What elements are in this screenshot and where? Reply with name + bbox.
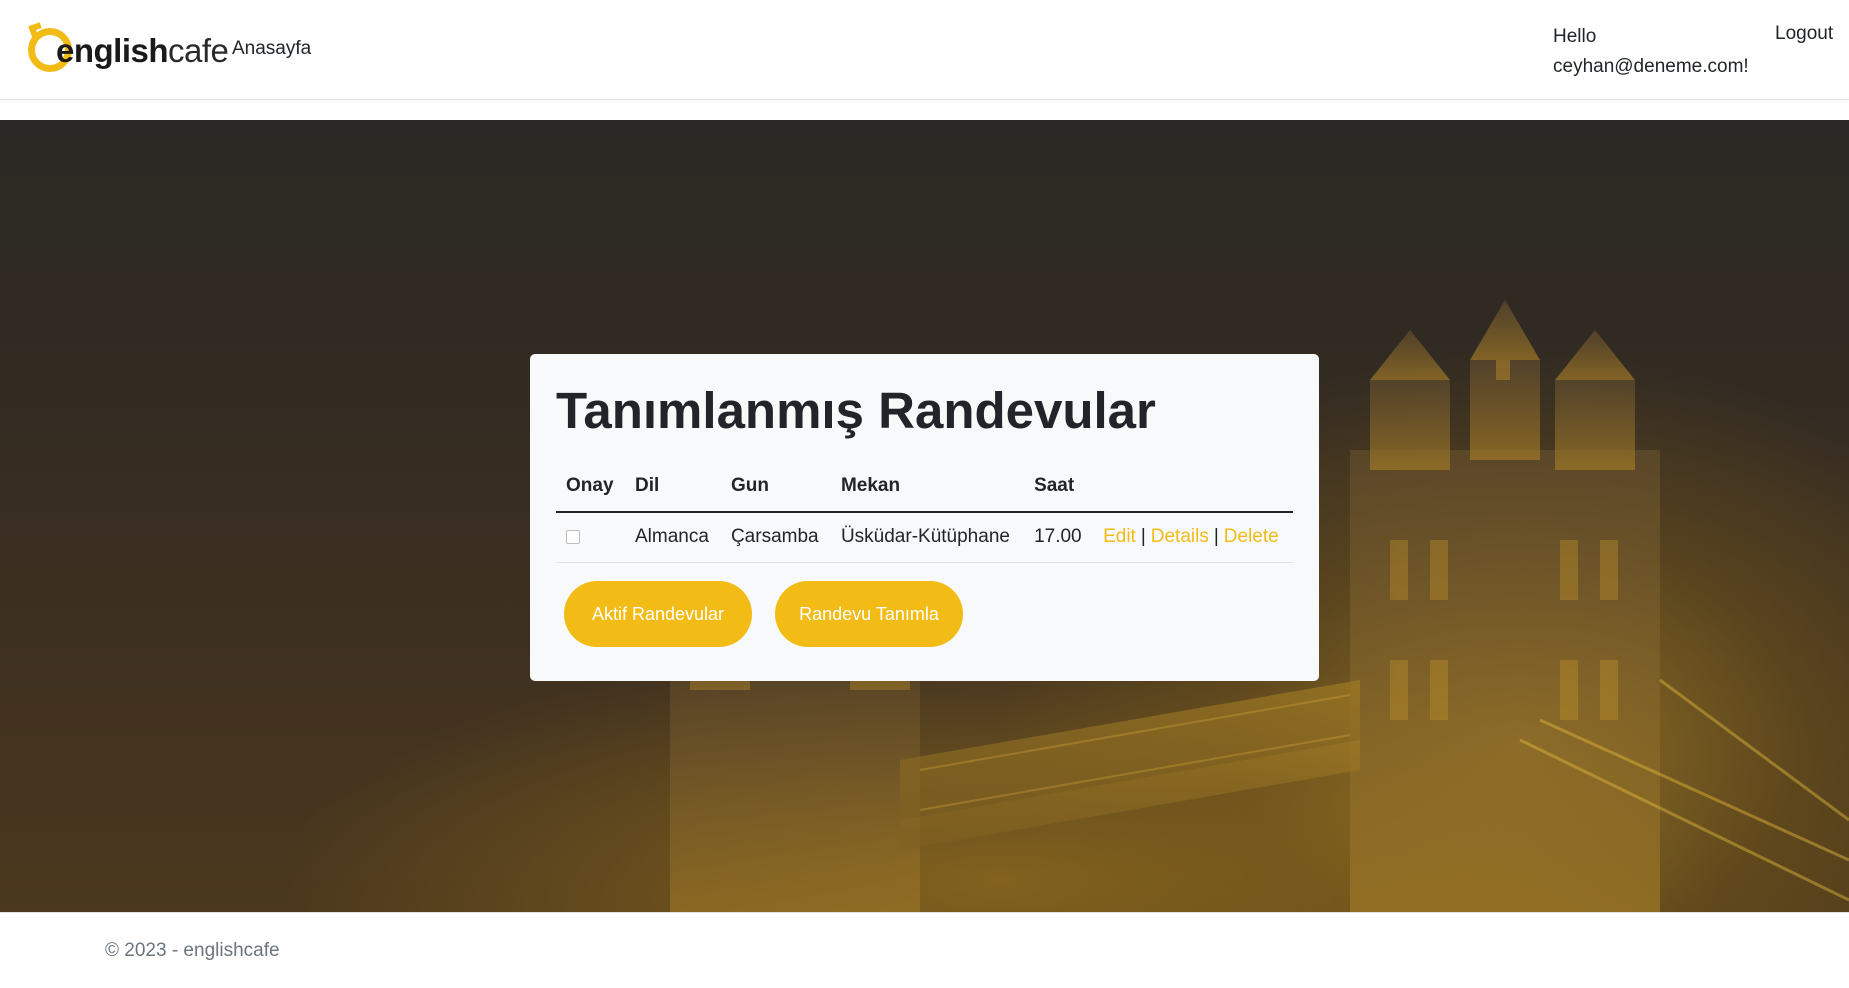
brand-name: englishcafe (56, 31, 229, 69)
time-cell: 17.00 (1024, 512, 1094, 563)
table-row: Almanca Çarsamba Üsküdar-Kütüphane 17.00… (556, 512, 1293, 563)
brand-logo-link[interactable]: englishcafe (28, 22, 229, 74)
brand-name-part1: english (56, 31, 169, 69)
day-cell: Çarsamba (720, 512, 831, 563)
column-header-approval: Onay (556, 460, 625, 513)
column-header-day: Gun (720, 460, 831, 513)
user-greeting-link[interactable]: Hello ceyhan@deneme.com! (1553, 22, 1763, 82)
logout-button[interactable]: Logout (1775, 23, 1833, 45)
brand-name-part2: cafe (168, 31, 229, 69)
create-appointment-button[interactable]: Randevu Tanımla (775, 581, 963, 647)
nav-link-home[interactable]: Anasayfa (232, 38, 311, 60)
appointments-table: Onay Dil Gun Mekan Saat Almanca Çarsamba… (556, 460, 1293, 563)
delete-link[interactable]: Delete (1224, 526, 1279, 547)
active-appointments-button[interactable]: Aktif Randevular (564, 581, 752, 647)
approval-cell (556, 512, 625, 563)
column-header-venue: Mekan (830, 460, 1025, 513)
approval-checkbox[interactable] (566, 530, 580, 545)
action-separator: | (1213, 526, 1219, 548)
action-separator: | (1140, 526, 1146, 548)
language-cell: Almanca (625, 512, 721, 563)
column-header-time: Saat (1024, 460, 1094, 513)
column-header-language: Dil (625, 460, 721, 513)
venue-cell: Üsküdar-Kütüphane (830, 512, 1025, 563)
page-title: Tanımlanmış Randevular (556, 382, 1156, 439)
footer-divider (0, 912, 1849, 913)
top-navbar: englishcafe Anasayfa Hello ceyhan@deneme… (0, 0, 1849, 100)
column-header-actions (1093, 460, 1293, 513)
details-link[interactable]: Details (1151, 526, 1209, 547)
edit-link[interactable]: Edit (1103, 526, 1136, 547)
appointments-card: Tanımlanmış Randevular Onay Dil Gun Meka… (530, 354, 1319, 681)
table-header-row: Onay Dil Gun Mekan Saat (556, 460, 1293, 513)
actions-cell: Edit | Details | Delete (1093, 512, 1293, 563)
footer-copyright: © 2023 - englishcafe (105, 940, 280, 961)
